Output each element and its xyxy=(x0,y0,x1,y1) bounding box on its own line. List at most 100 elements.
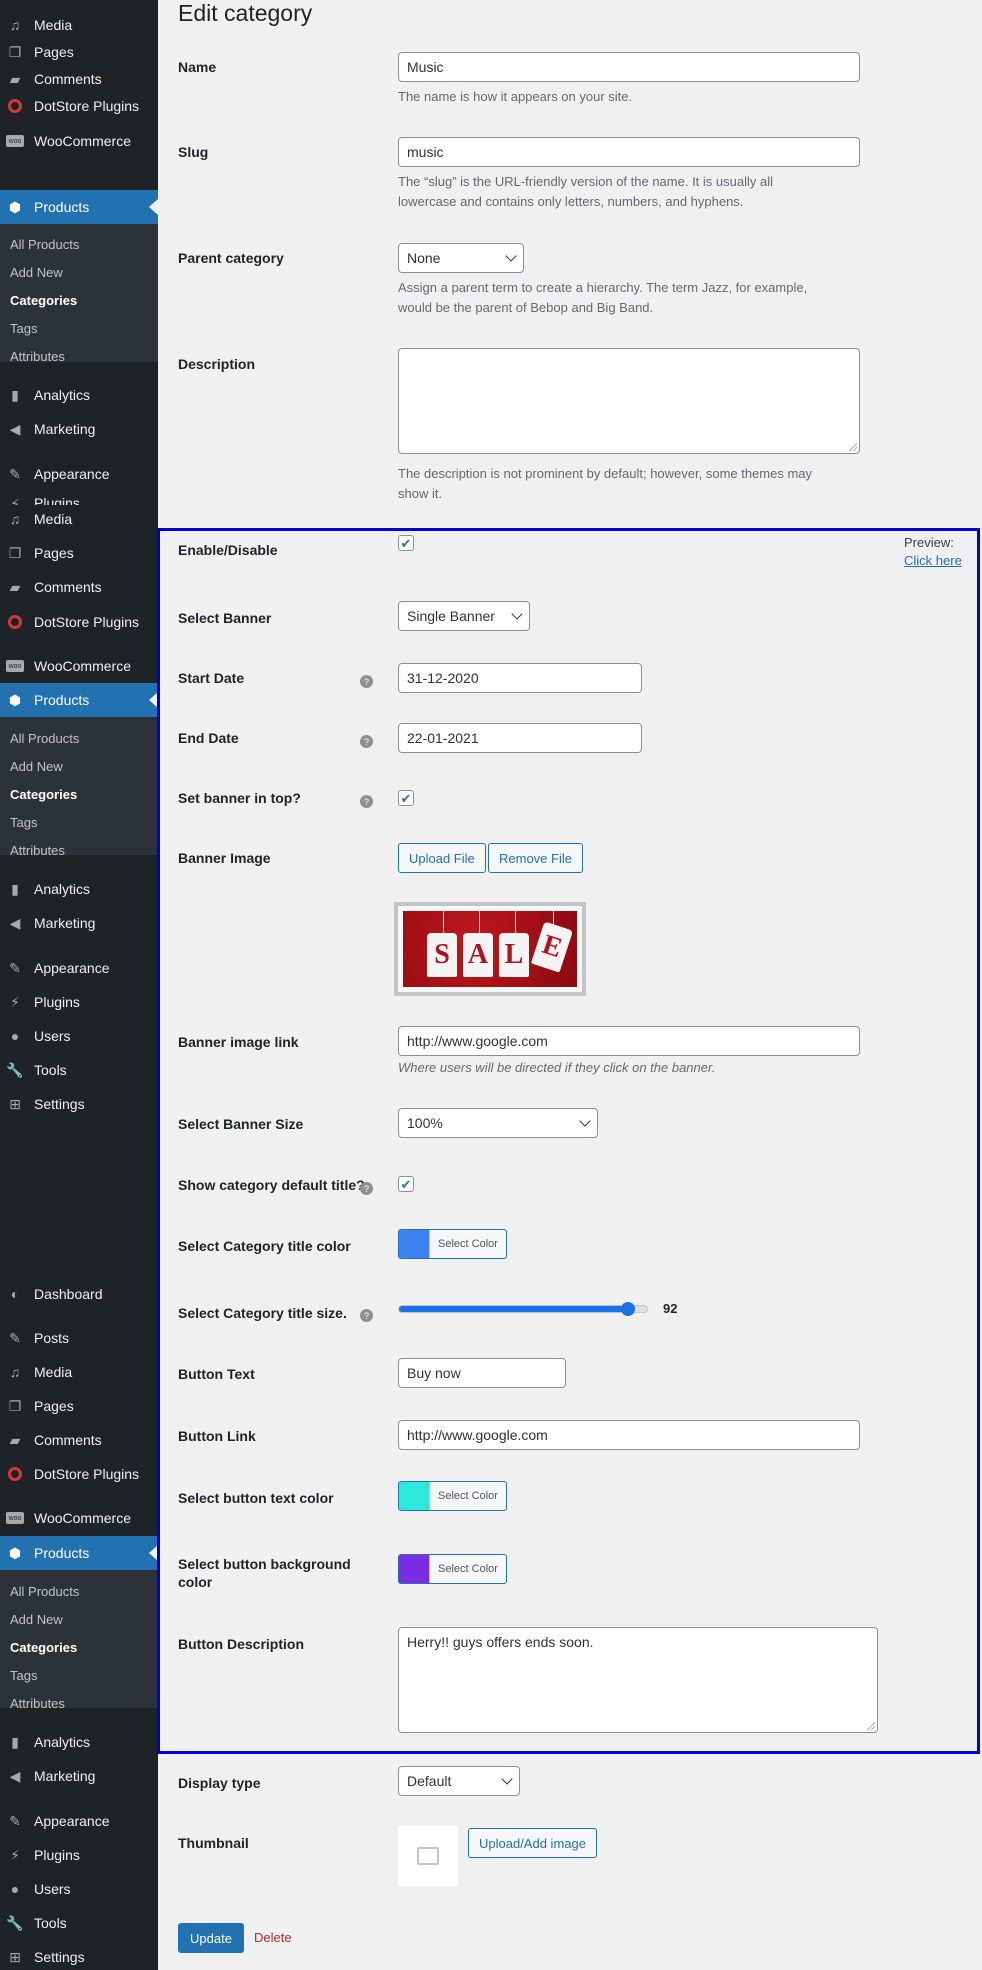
submenu-attributes[interactable]: Attributes xyxy=(10,1696,65,1711)
button-description-label: Button Description xyxy=(178,1636,304,1652)
color-swatch xyxy=(399,1555,429,1583)
chevron-down-icon xyxy=(505,250,517,262)
banner-image-link-input[interactable]: http://www.google.com xyxy=(398,1026,860,1056)
update-button[interactable]: Update xyxy=(178,1923,244,1953)
sidebar-item-appearance[interactable]: ✎ Appearance xyxy=(0,457,158,491)
sidebar-item-settings[interactable]: ⊞ Settings xyxy=(0,1087,158,1121)
sidebar-item-plugins[interactable]: ⚡ Plugins xyxy=(0,985,158,1019)
sidebar-item-plugins[interactable]: ⚡ Plugins xyxy=(0,1838,158,1872)
sidebar-item-marketing[interactable]: ◀ Marketing xyxy=(0,1759,158,1793)
sidebar-item-posts[interactable]: ✎ Posts xyxy=(0,1321,158,1355)
parent-category-value: None xyxy=(407,250,441,266)
sidebar-item-dotstore[interactable]: DotStore Plugins xyxy=(0,89,158,123)
submenu-attributes[interactable]: Attributes xyxy=(10,349,65,364)
end-date-input[interactable]: 22-01-2021 xyxy=(398,723,642,753)
sidebar-item-dotstore[interactable]: DotStore Plugins xyxy=(0,605,158,639)
sidebar-item-pages[interactable]: ❐ Pages xyxy=(0,536,158,570)
submenu-categories[interactable]: Categories xyxy=(10,293,77,308)
help-icon[interactable]: ? xyxy=(360,735,373,748)
help-icon[interactable]: ? xyxy=(360,675,373,688)
submenu-all-products[interactable]: All Products xyxy=(10,1584,79,1599)
submenu-add-new[interactable]: Add New xyxy=(10,759,63,774)
sidebar-item-products[interactable]: ⬢ Products xyxy=(0,1536,158,1570)
sidebar-item-analytics[interactable]: ▮ Analytics xyxy=(0,1725,158,1759)
sidebar-item-label: Tools xyxy=(34,1062,67,1078)
sidebar-item-woocommerce[interactable]: woo WooCommerce xyxy=(0,1501,158,1535)
sidebar-item-comments[interactable]: ▰ Comments xyxy=(0,570,158,604)
sidebar-item-label: Media xyxy=(34,1364,73,1380)
admin-sidebar: ♫ Media ❐ Pages ▰ Comments DotStore Plugins… xyxy=(0,0,158,1970)
title-color-picker[interactable]: Select Color xyxy=(398,1229,507,1259)
sidebar-item-products[interactable]: ⬢ Products xyxy=(0,683,158,717)
name-input[interactable]: Music xyxy=(398,52,860,82)
sidebar-item-media[interactable]: ♫ Media xyxy=(0,502,158,536)
slider-thumb[interactable] xyxy=(621,1302,635,1316)
button-description-textarea[interactable]: Herry!! guys offers ends soon. xyxy=(398,1627,878,1733)
parent-category-select[interactable]: None xyxy=(398,243,524,273)
button-text-color-picker[interactable]: Select Color xyxy=(398,1481,507,1511)
title-size-slider[interactable] xyxy=(398,1305,648,1313)
banner-size-select[interactable]: 100% xyxy=(398,1108,598,1138)
sidebar-item-marketing[interactable]: ◀ Marketing xyxy=(0,906,158,940)
preview-link[interactable]: Click here xyxy=(904,553,962,568)
submenu-all-products[interactable]: All Products xyxy=(10,731,79,746)
pages-icon: ❐ xyxy=(8,43,22,60)
submenu-categories[interactable]: Categories xyxy=(10,787,77,802)
upload-add-image-button[interactable]: Upload/Add image xyxy=(468,1828,597,1858)
sidebar-item-products[interactable]: ⬢ Products xyxy=(0,190,158,224)
analytics-icon: ▮ xyxy=(11,386,19,403)
help-icon[interactable]: ? xyxy=(360,1309,373,1322)
submenu-attributes[interactable]: Attributes xyxy=(10,843,65,858)
display-type-select[interactable]: Default xyxy=(398,1766,520,1796)
resize-handle-icon[interactable] xyxy=(867,1722,875,1730)
description-textarea[interactable] xyxy=(398,348,860,454)
submenu-tags[interactable]: Tags xyxy=(10,1668,37,1683)
banner-size-value: 100% xyxy=(407,1115,443,1131)
submenu-add-new[interactable]: Add New xyxy=(10,1612,63,1627)
submenu-tags[interactable]: Tags xyxy=(10,815,37,830)
submenu-tags[interactable]: Tags xyxy=(10,321,37,336)
sidebar-item-comments[interactable]: ▰ Comments xyxy=(0,1423,158,1457)
sidebar-item-users[interactable]: ● Users xyxy=(0,1019,158,1053)
sidebar-item-dashboard[interactable]: ◐ Dashboard xyxy=(0,1277,158,1311)
sidebar-item-analytics[interactable]: ▮ Analytics xyxy=(0,378,158,412)
sidebar-item-settings[interactable]: ⊞ Settings xyxy=(0,1940,158,1970)
sidebar-item-dotstore[interactable]: DotStore Plugins xyxy=(0,1457,158,1491)
help-icon[interactable]: ? xyxy=(360,795,373,808)
sidebar-item-appearance[interactable]: ✎ Appearance xyxy=(0,951,158,985)
sidebar-item-label: Comments xyxy=(34,1432,102,1448)
button-text-input[interactable]: Buy now xyxy=(398,1358,566,1388)
button-link-input[interactable]: http://www.google.com xyxy=(398,1420,860,1450)
show-default-title-checkbox[interactable]: ✔ xyxy=(398,1176,414,1192)
slug-description-line2: lowercase and contains only letters, num… xyxy=(398,194,744,209)
start-date-input[interactable]: 31-12-2020 xyxy=(398,663,642,693)
delete-link[interactable]: Delete xyxy=(254,1930,292,1945)
slug-input[interactable]: music xyxy=(398,137,860,167)
sidebar-item-pages[interactable]: ❐ Pages xyxy=(0,1389,158,1423)
show-default-title-label: Show category default title? xyxy=(178,1177,365,1193)
sidebar-item-tools[interactable]: 🔧 Tools xyxy=(0,1906,158,1940)
posts-icon: ✎ xyxy=(9,1329,21,1346)
enable-checkbox[interactable]: ✔ xyxy=(398,535,414,551)
sale-tag: L xyxy=(499,933,529,977)
help-icon[interactable]: ? xyxy=(360,1182,373,1195)
pages-icon: ❐ xyxy=(8,1397,22,1414)
select-banner-dropdown[interactable]: Single Banner xyxy=(398,601,530,631)
upload-file-button[interactable]: Upload File xyxy=(398,843,486,873)
sidebar-item-users[interactable]: ● Users xyxy=(0,1872,158,1906)
sidebar-item-marketing[interactable]: ◀ Marketing xyxy=(0,412,158,446)
remove-file-button[interactable]: Remove File xyxy=(488,843,583,873)
button-bg-color-picker[interactable]: Select Color xyxy=(398,1554,507,1584)
resize-handle-icon[interactable] xyxy=(849,443,857,451)
sidebar-item-appearance[interactable]: ✎ Appearance xyxy=(0,1804,158,1838)
sidebar-item-woocommerce[interactable]: woo WooCommerce xyxy=(0,649,158,683)
sidebar-item-woocommerce[interactable]: woo WooCommerce xyxy=(0,124,158,158)
submenu-add-new[interactable]: Add New xyxy=(10,265,63,280)
submenu-categories[interactable]: Categories xyxy=(10,1640,77,1655)
sidebar-item-analytics[interactable]: ▮ Analytics xyxy=(0,872,158,906)
submenu-all-products[interactable]: All Products xyxy=(10,237,79,252)
name-label: Name xyxy=(178,59,217,75)
sidebar-item-media[interactable]: ♫ Media xyxy=(0,1355,158,1389)
sidebar-item-tools[interactable]: 🔧 Tools xyxy=(0,1053,158,1087)
set-banner-top-checkbox[interactable]: ✔ xyxy=(398,790,414,806)
